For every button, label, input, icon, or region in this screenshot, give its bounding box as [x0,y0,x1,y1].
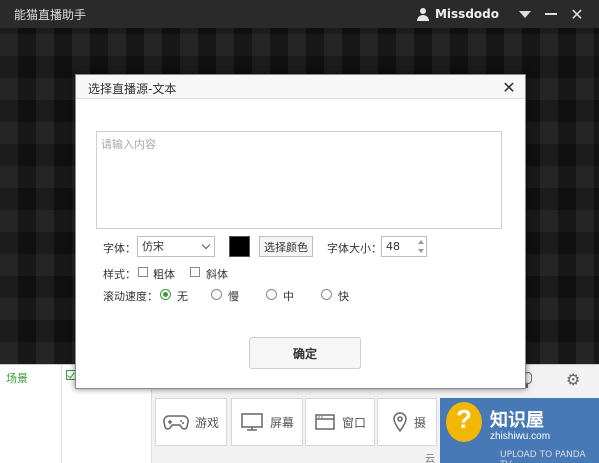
font-size-value: 48 [386,240,400,253]
font-label: 字体： [103,242,136,255]
text-source-dialog: 选择直播源-文本 ✕ 字体： 仿宋 选择颜色 字体大小： 48 样式： 粗体 斜… [75,74,526,389]
italic-label: 斜体 [206,268,228,281]
mode-screen-label: 屏幕 [269,415,294,430]
font-select[interactable]: 仿宋 [137,236,215,257]
dialog-title: 选择直播源-文本 [88,82,177,96]
watermark-title: 知识屋 [490,410,544,431]
font-size-label: 字体大小： [327,242,382,255]
app-titlebar: 能猫直播助手 Missdodo ✕ [0,0,599,28]
watermark-logo-icon [446,402,482,442]
mode-game-label: 游戏 [194,415,219,430]
dialog-close-button[interactable]: ✕ [499,77,519,97]
speed-radio-slow[interactable] [211,289,222,300]
speed-radio-none[interactable] [160,289,171,300]
mode-window-button[interactable]: 窗口 [305,398,375,446]
footer-text-2: UPLOAD TO PANDA TV [500,450,586,463]
spin-down-icon[interactable] [418,249,424,253]
style-label: 样式： [103,268,136,281]
speed-label-none: 无 [177,290,188,303]
bold-checkbox[interactable] [138,267,148,277]
speed-label-fast: 快 [338,290,349,303]
mode-game-button[interactable]: 游戏 [155,398,227,446]
app-title: 能猫直播助手 [14,7,87,22]
monitor-icon [241,413,263,431]
scene-label[interactable]: 场景 [6,370,28,386]
gamepad-icon [163,415,189,430]
speed-radio-fast[interactable] [321,289,332,300]
scroll-speed-label: 滚动速度： [103,290,158,303]
minimize-icon [545,13,557,15]
user-icon [416,7,429,21]
account-dropdown-button[interactable] [513,0,537,28]
location-icon [393,412,407,433]
spin-up-icon[interactable] [418,240,424,244]
gear-icon[interactable]: ⚙ [566,372,582,388]
italic-checkbox[interactable] [190,267,200,277]
bold-label: 粗体 [153,268,175,281]
triangle-down-icon [519,10,531,18]
close-app-button[interactable]: ✕ [565,0,589,28]
mode-screen-button[interactable]: 屏幕 [231,398,303,446]
scene-panel: 场景 [0,365,62,463]
font-size-spinner[interactable]: 48 [381,236,427,257]
speed-label-slow: 慢 [228,290,239,303]
username: Missdodo [434,7,499,21]
window-icon [315,414,335,430]
mode-camera-button[interactable]: 摄 [377,398,437,446]
mode-window-label: 窗口 [341,415,366,430]
user-area[interactable]: Missdodo [416,0,499,28]
dialog-header: 选择直播源-文本 ✕ [76,75,525,99]
font-select-value: 仿宋 [142,240,164,253]
speed-label-medium: 中 [283,290,294,303]
speed-radio-medium[interactable] [266,289,277,300]
content-input[interactable] [96,131,502,229]
minimize-button[interactable] [539,0,563,28]
watermark-url: zhishiwu.com [490,431,551,442]
confirm-button[interactable]: 确定 [249,337,361,369]
mode-camera-label: 摄 [414,415,427,430]
close-icon: ✕ [570,4,584,24]
pick-color-button[interactable]: 选择颜色 [259,236,313,257]
footer-text: 云 [425,454,435,463]
chevron-down-icon [201,240,211,250]
spinner-arrows[interactable] [417,238,425,255]
font-color-swatch[interactable] [229,236,250,257]
